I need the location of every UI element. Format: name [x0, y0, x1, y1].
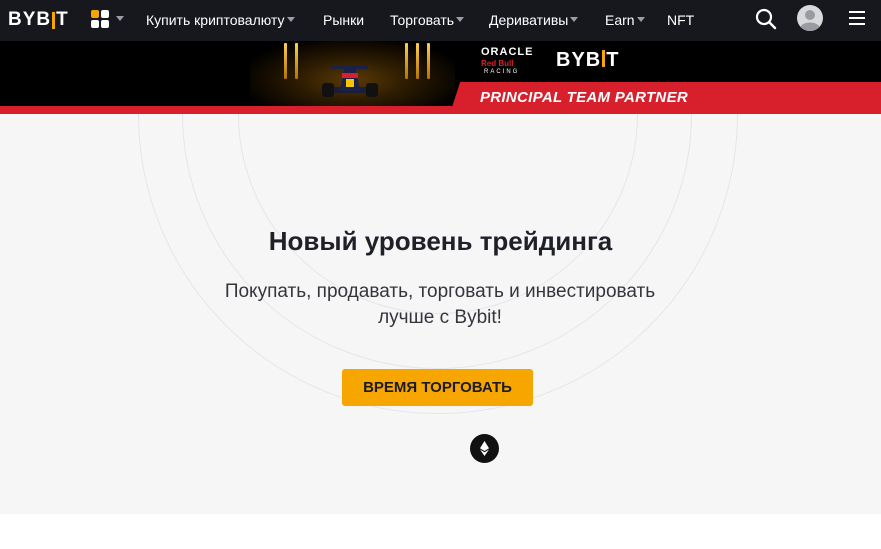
trade-now-button[interactable]: ВРЕМЯ ТОРГОВАТЬ — [342, 369, 533, 406]
hero-subtitle-line1: Покупать, продавать, торговать и инвести… — [224, 281, 656, 302]
chevron-down-icon[interactable] — [116, 16, 124, 21]
apps-grid-icon[interactable] — [91, 10, 111, 28]
nav-item-earn[interactable]: Earn — [605, 11, 645, 29]
user-avatar-icon[interactable] — [797, 5, 823, 32]
hero-subtitle-line2: лучше с Bybit! — [378, 307, 502, 328]
hamburger-menu-icon[interactable] — [849, 11, 865, 25]
nav-item-label: Earn — [605, 12, 635, 28]
chevron-down-icon — [636, 17, 645, 22]
logo-accent-bar — [52, 11, 56, 29]
chevron-down-icon — [456, 17, 465, 22]
nav-item-label: Купить криптовалюту — [146, 12, 285, 28]
race-car-image — [322, 65, 378, 97]
chevron-down-icon — [570, 17, 579, 22]
nav-item-trade[interactable]: Торговать — [390, 11, 465, 29]
logo-text-left: BYB — [8, 9, 52, 30]
sponsor-redbull-text: Red Bull — [481, 59, 514, 68]
nav-item-derivatives[interactable]: Деривативы — [489, 11, 579, 29]
bybit-logo[interactable]: BYB T — [8, 9, 69, 31]
ethereum-icon[interactable] — [470, 434, 499, 463]
banner-logo-text-left: BYB — [556, 49, 602, 71]
nav-item-nft[interactable]: NFT — [667, 11, 694, 29]
banner-bybit-logo: BYB T — [556, 49, 619, 72]
logo-text-right: T — [56, 9, 69, 30]
search-icon[interactable] — [755, 8, 777, 30]
sponsor-oracle-text: ORACLE — [481, 46, 534, 58]
banner-logo-text-right: T — [606, 49, 620, 71]
nav-item-buy-crypto[interactable]: Купить криптовалюту — [146, 11, 295, 29]
partner-text: PRINCIPAL TEAM PARTNER — [480, 89, 689, 106]
hero-section: Новый уровень трейдинга Покупать, продав… — [0, 114, 881, 514]
nav-item-label: Рынки — [323, 12, 365, 28]
nav-item-label: Торговать — [390, 12, 455, 28]
nav-item-label: Деривативы — [489, 12, 569, 28]
sponsor-racing-text: RACING — [484, 69, 520, 75]
hero-subtitle: Покупать, продавать, торговать и инвести… — [190, 279, 690, 331]
nav-item-markets[interactable]: Рынки — [323, 11, 364, 29]
nav-item-label: NFT — [667, 12, 695, 28]
hero-headline: Новый уровень трейдинга — [268, 226, 613, 256]
chevron-down-icon — [286, 17, 295, 22]
promo-banner[interactable]: ORACLE Red Bull RACING BYB T PRINCIPAL TE… — [0, 41, 881, 114]
top-navbar: BYB T Купить криптовалюту Рынки Торговать… — [0, 0, 881, 41]
